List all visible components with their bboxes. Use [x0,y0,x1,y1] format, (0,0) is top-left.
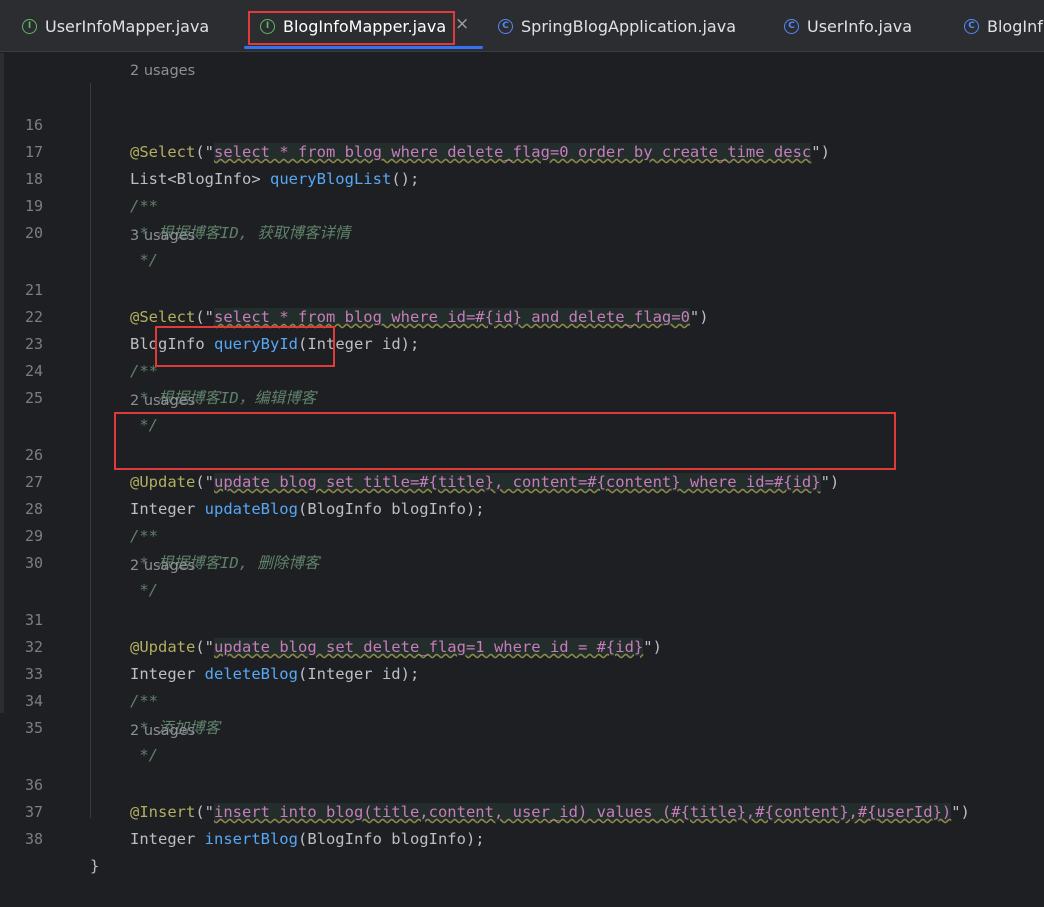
interface-icon: I [260,18,275,34]
tab-bloginfomapper[interactable]: I BlogInfoMapper.java [260,0,446,52]
code-editor[interactable]: 2 usages 16 @Select("select * from blog … [0,53,1044,875]
code-line-23: 23 /** [24,335,158,380]
code-line-38: 38 } [24,830,100,875]
code-line-29: 29 * 根据博客ID, 删除博客 [24,527,320,572]
usages-hint[interactable]: 2 usages [130,388,195,415]
code-line-21: 21 @Select("select * from blog where id=… [24,281,709,326]
tab-userinfo[interactable]: C UserInfo.java [784,0,912,52]
code-line-31: 31 @Update("update blog set delete_flag=… [24,611,662,656]
code-line-18: 18 /** [24,170,158,215]
usages-hint[interactable]: 3 usages [130,223,195,250]
code-line-19: 19 * 根据博客ID, 获取博客详情 [24,197,351,242]
editor-tab-bar: I UserInfoMapper.java I BlogInfoMapper.j… [0,0,1044,52]
usages-hint[interactable]: 2 usages [130,58,195,85]
code-line-37: 37 Integer insertBlog(BlogInfo blogInfo)… [24,803,485,848]
spring-class-icon: C [498,18,513,34]
code-line-24: 24 * 根据博客ID，编辑博客 [24,362,317,407]
code-line-36: 36 @Insert("insert into blog(title,conte… [24,776,970,821]
code-line-17: 17 List<BlogInfo> queryBlogList(); [24,143,420,188]
interface-icon: I [22,18,37,34]
close-tab-icon[interactable]: × [455,14,469,34]
tab-springblogapplication[interactable]: C SpringBlogApplication.java [498,0,736,52]
code-line-20: 20 */ [24,224,158,269]
code-line-22: 22 BlogInfo queryById(Integer id); [24,308,420,353]
code-line-25: 25 */ [24,389,158,434]
code-line-35: 35 */ [24,719,158,764]
code-line-32: 32 Integer deleteBlog(Integer id); [24,638,420,683]
code-line-34: 34 * 添加博客 [24,692,220,737]
code-line-33: 33 /** [24,665,158,710]
class-icon: C [784,18,799,34]
code-line-28: 28 /** [24,500,158,545]
usages-hint[interactable]: 2 usages [130,718,195,745]
code-line-26: 26 @Update("update blog set title=#{titl… [24,446,840,491]
code-line-30: 30 */ [24,554,158,599]
active-tab-indicator [244,46,483,49]
code-line-27: 27 Integer updateBlog(BlogInfo blogInfo)… [24,473,485,518]
tab-userinfomapper[interactable]: I UserInfoMapper.java [22,0,209,52]
usages-hint[interactable]: 2 usages [130,553,195,580]
class-icon: C [964,18,979,34]
code-line-16: 16 @Select("select * from blog where del… [24,116,830,161]
tab-bloginfo[interactable]: C BlogInf [964,0,1043,52]
